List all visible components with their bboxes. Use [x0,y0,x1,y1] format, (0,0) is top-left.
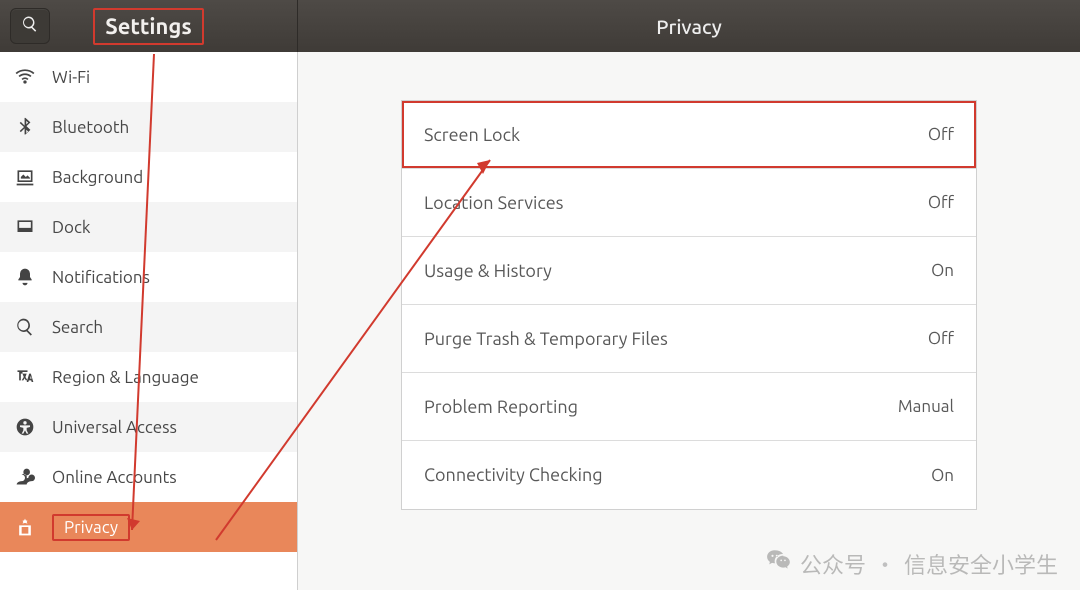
privacy-row-label: Purge Trash & Temporary Files [424,329,668,349]
dock-icon [14,216,36,238]
online-accounts-icon [14,466,36,488]
privacy-icon [14,516,36,538]
sidebar-item-search[interactable]: Search [0,302,297,352]
privacy-row-label: Connectivity Checking [424,465,603,485]
privacy-row-label: Problem Reporting [424,397,578,417]
privacy-row-value: Off [928,193,954,212]
sidebar-item-bluetooth[interactable]: Bluetooth [0,102,297,152]
privacy-row-label: Location Services [424,193,563,213]
sidebar-item-universal-access[interactable]: Universal Access [0,402,297,452]
header-bar: Settings Privacy [0,0,1080,52]
privacy-row-value: On [931,261,954,280]
privacy-row-problem-reporting[interactable]: Problem Reporting Manual [402,373,976,441]
region-language-icon [14,366,36,388]
privacy-row-value: Manual [898,397,954,416]
search-button[interactable] [10,8,50,44]
content-pane: Screen Lock Off Location Services Off Us… [298,52,1080,590]
sidebar-item-label: Privacy [52,514,130,541]
search-icon [14,316,36,338]
privacy-row-screen-lock[interactable]: Screen Lock Off [402,101,976,169]
header-page-title: Privacy [298,0,1080,52]
header-sidebar-title-text: Settings [93,8,203,45]
sidebar-item-online-accounts[interactable]: Online Accounts [0,452,297,502]
sidebar-item-dock[interactable]: Dock [0,202,297,252]
sidebar-item-label: Notifications [52,268,150,287]
header-sidebar-title: Settings [50,8,247,45]
search-icon [21,15,39,37]
sidebar-item-privacy[interactable]: Privacy [0,502,297,552]
sidebar-item-region-language[interactable]: Region & Language [0,352,297,402]
wifi-icon [14,66,36,88]
background-icon [14,166,36,188]
privacy-row-purge-trash[interactable]: Purge Trash & Temporary Files Off [402,305,976,373]
bluetooth-icon [14,116,36,138]
app-body: Wi-Fi Bluetooth Background Dock Notifica [0,52,1080,590]
privacy-row-usage-history[interactable]: Usage & History On [402,237,976,305]
sidebar: Wi-Fi Bluetooth Background Dock Notifica [0,52,298,590]
privacy-row-value: Off [928,329,954,348]
universal-access-icon [14,416,36,438]
sidebar-item-label: Universal Access [52,418,177,437]
sidebar-item-label: Background [52,168,143,187]
sidebar-item-label: Region & Language [52,368,199,387]
sidebar-item-label: Bluetooth [52,118,129,137]
bell-icon [14,266,36,288]
privacy-row-label: Screen Lock [424,125,520,145]
page-title: Privacy [656,15,722,38]
privacy-row-label: Usage & History [424,261,552,281]
privacy-row-location-services[interactable]: Location Services Off [402,169,976,237]
privacy-row-value: Off [928,125,954,144]
privacy-row-value: On [931,466,954,485]
privacy-list: Screen Lock Off Location Services Off Us… [401,100,977,510]
sidebar-item-label: Dock [52,218,90,237]
sidebar-item-label: Online Accounts [52,468,177,487]
sidebar-item-background[interactable]: Background [0,152,297,202]
privacy-row-connectivity-checking[interactable]: Connectivity Checking On [402,441,976,509]
sidebar-item-label: Wi-Fi [52,68,90,87]
sidebar-item-label: Search [52,318,103,337]
header-left: Settings [0,0,298,52]
sidebar-item-notifications[interactable]: Notifications [0,252,297,302]
sidebar-item-wifi[interactable]: Wi-Fi [0,52,297,102]
